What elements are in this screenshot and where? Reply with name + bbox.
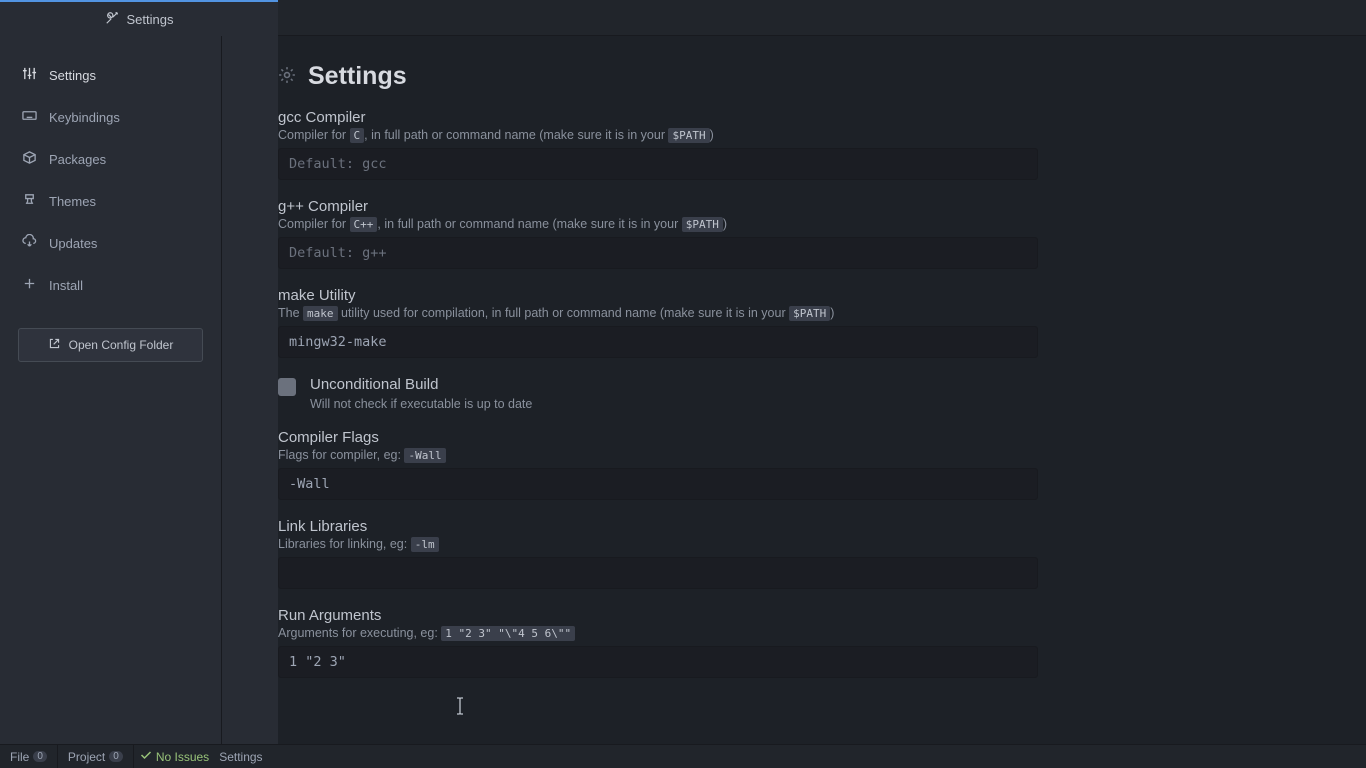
run-arguments-input[interactable]: [278, 646, 1038, 678]
setting-title: Link Libraries: [278, 518, 1306, 535]
setting-compiler-flags: Compiler Flags Flags for compiler, eg: -…: [278, 429, 1306, 500]
sidebar-item-label: Themes: [49, 194, 96, 209]
sidebar-item-label: Install: [49, 278, 83, 293]
setting-desc: The make utility used for compilation, i…: [278, 306, 1306, 320]
sidebar-item-keybindings[interactable]: Keybindings: [0, 96, 221, 138]
tab-settings[interactable]: Settings: [0, 0, 278, 36]
setting-gpp: g++ Compiler Compiler for C++, in full p…: [278, 198, 1306, 269]
sidebar-item-install[interactable]: Install: [0, 264, 221, 306]
keyboard-icon: [22, 108, 37, 126]
sidebar-item-label: Updates: [49, 236, 97, 251]
sidebar-item-settings[interactable]: Settings: [0, 54, 221, 96]
setting-title: Compiler Flags: [278, 429, 1306, 446]
sub-sidebar-spacer: [222, 36, 278, 744]
sidebar-item-label: Settings: [49, 68, 96, 83]
checkbox-title: Unconditional Build: [310, 376, 532, 393]
setting-gcc: gcc Compiler Compiler for C, in full pat…: [278, 109, 1306, 180]
plus-icon: [22, 276, 37, 294]
sidebar-item-label: Keybindings: [49, 110, 120, 125]
tools-icon: [105, 11, 119, 28]
status-no-issues[interactable]: No Issues: [134, 749, 209, 764]
link-libraries-input[interactable]: [278, 557, 1038, 589]
setting-unconditional-build: Unconditional Build Will not check if ex…: [278, 376, 1306, 411]
tab-bar: Settings: [0, 0, 1366, 36]
settings-content: Settings gcc Compiler Compiler for C, in…: [278, 36, 1366, 744]
sliders-icon: [22, 66, 37, 84]
open-config-folder-button[interactable]: Open Config Folder: [18, 328, 203, 362]
package-icon: [22, 150, 37, 168]
setting-desc: Libraries for linking, eg: -lm: [278, 537, 1306, 551]
status-file[interactable]: File 0: [0, 745, 58, 768]
setting-desc: Arguments for executing, eg: 1 "2 3" "\"…: [278, 626, 1306, 640]
unconditional-build-checkbox[interactable]: [278, 378, 296, 396]
sidebar-item-themes[interactable]: Themes: [0, 180, 221, 222]
status-project[interactable]: Project 0: [58, 745, 134, 768]
checkbox-desc: Will not check if executable is up to da…: [310, 397, 532, 411]
cloud-download-icon: [22, 234, 37, 252]
compiler-flags-input[interactable]: [278, 468, 1038, 500]
sidebar-item-updates[interactable]: Updates: [0, 222, 221, 264]
gear-icon: [278, 62, 296, 91]
gcc-compiler-input[interactable]: [278, 148, 1038, 180]
paint-icon: [22, 192, 37, 210]
status-context: Settings: [209, 750, 262, 764]
sidebar-item-label: Packages: [49, 152, 106, 167]
setting-desc: Compiler for C, in full path or command …: [278, 128, 1306, 142]
make-utility-input[interactable]: [278, 326, 1038, 358]
external-link-icon: [48, 337, 61, 353]
status-bar: File 0 Project 0 No Issues Settings: [0, 744, 1366, 768]
setting-desc: Flags for compiler, eg: -Wall: [278, 448, 1306, 462]
gpp-compiler-input[interactable]: [278, 237, 1038, 269]
check-icon: [140, 749, 152, 764]
setting-title: gcc Compiler: [278, 109, 1306, 126]
setting-title: Run Arguments: [278, 607, 1306, 624]
setting-title: make Utility: [278, 287, 1306, 304]
setting-link-libraries: Link Libraries Libraries for linking, eg…: [278, 518, 1306, 589]
tab-title: Settings: [127, 12, 174, 27]
setting-run-arguments: Run Arguments Arguments for executing, e…: [278, 607, 1306, 678]
settings-sidebar: Settings Keybindings Packages Themes: [0, 36, 222, 744]
setting-title: g++ Compiler: [278, 198, 1306, 215]
setting-desc: Compiler for C++, in full path or comman…: [278, 217, 1306, 231]
sidebar-item-packages[interactable]: Packages: [0, 138, 221, 180]
setting-make: make Utility The make utility used for c…: [278, 287, 1306, 358]
page-title: Settings: [278, 62, 1306, 91]
